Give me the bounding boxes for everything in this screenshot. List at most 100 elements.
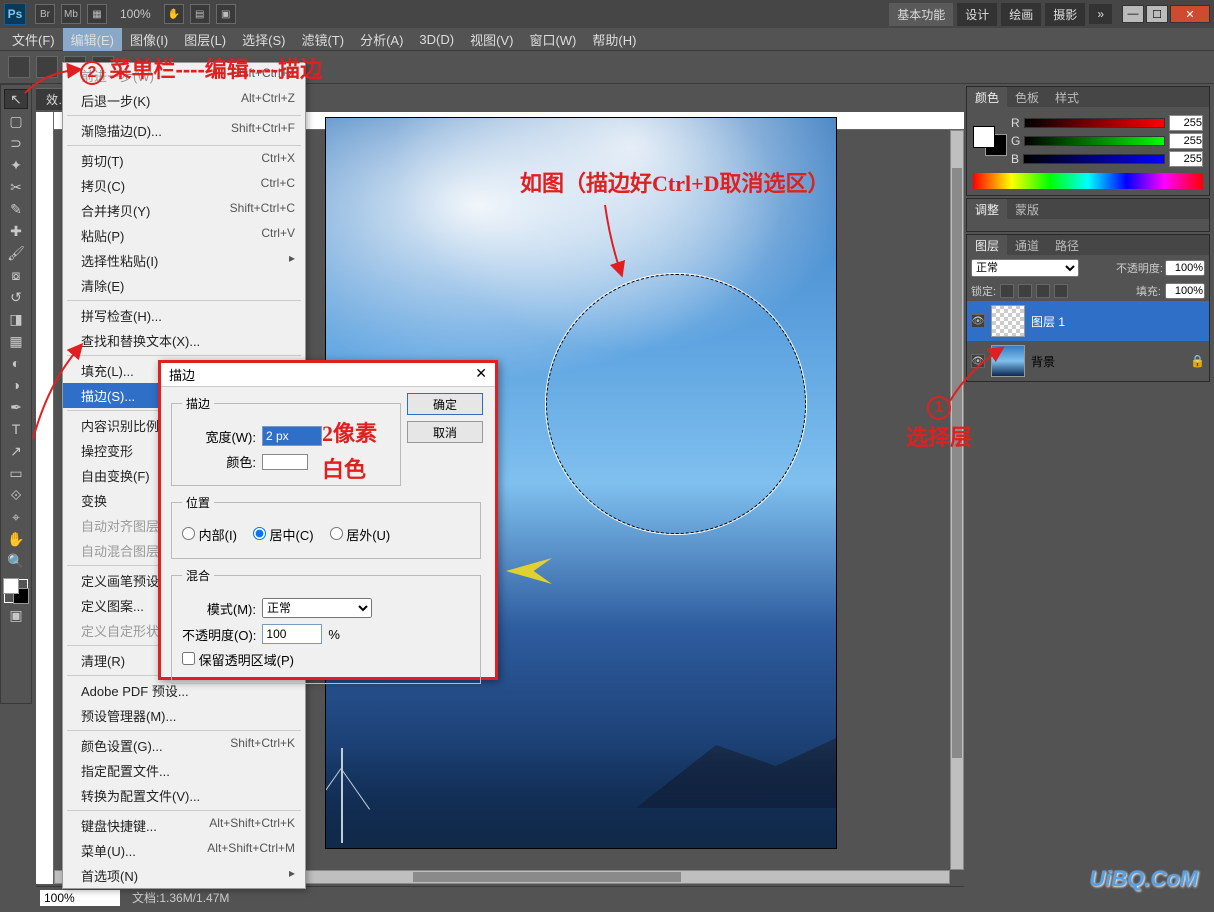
loc-center-radio[interactable]: 居中(C) — [253, 525, 314, 544]
lock-transparent-icon[interactable] — [1000, 284, 1014, 298]
menu-layer[interactable]: 图层(L) — [176, 28, 234, 51]
menu-select[interactable]: 选择(S) — [234, 28, 293, 51]
close-button[interactable]: ✕ — [1170, 5, 1210, 23]
menu-view[interactable]: 视图(V) — [462, 28, 521, 51]
width-input[interactable] — [262, 426, 322, 446]
layer-thumbnail[interactable] — [991, 345, 1025, 377]
menu-item[interactable]: 清除(E) — [63, 273, 305, 298]
b-slider[interactable] — [1023, 154, 1165, 164]
menu-item[interactable]: 粘贴(P)Ctrl+V — [63, 223, 305, 248]
arrange-icon[interactable]: ▤ — [190, 4, 210, 24]
healing-tool-icon[interactable]: ✚ — [4, 221, 28, 241]
g-slider[interactable] — [1024, 136, 1165, 146]
lasso-tool-icon[interactable]: ⊃ — [4, 133, 28, 153]
menu-item[interactable]: 选择性粘贴(I)▸ — [63, 248, 305, 273]
tab-masks[interactable]: 蒙版 — [1007, 199, 1047, 219]
minibridge-icon[interactable]: Mb — [61, 4, 81, 24]
scroll-thumb[interactable] — [952, 168, 962, 758]
close-icon[interactable]: ✕ — [475, 365, 487, 384]
menu-item[interactable]: 转换为配置文件(V)... — [63, 783, 305, 808]
cancel-button[interactable]: 取消 — [407, 421, 483, 443]
mode-select[interactable]: 正常 — [262, 598, 372, 618]
blend-mode-select[interactable]: 正常 — [971, 259, 1079, 277]
lock-all-icon[interactable] — [1054, 284, 1068, 298]
scrollbar-vertical[interactable] — [950, 130, 964, 870]
tab-styles[interactable]: 样式 — [1047, 87, 1087, 107]
wand-tool-icon[interactable]: ✦ — [4, 155, 28, 175]
menu-item[interactable]: 拷贝(C)Ctrl+C — [63, 173, 305, 198]
menu-item[interactable]: 后退一步(K)Alt+Ctrl+Z — [63, 88, 305, 113]
menu-image[interactable]: 图像(I) — [122, 28, 176, 51]
workspace-essentials[interactable]: 基本功能 — [889, 3, 953, 26]
minimize-button[interactable]: — — [1122, 5, 1144, 23]
loc-outside-radio[interactable]: 居外(U) — [330, 525, 391, 544]
crop-tool-icon[interactable]: ✂ — [4, 177, 28, 197]
dialog-titlebar[interactable]: 描边 ✕ — [161, 363, 495, 387]
workspace-photography[interactable]: 摄影 — [1045, 3, 1085, 26]
ruler-vertical[interactable] — [36, 112, 54, 884]
menu-file[interactable]: 文件(F) — [4, 28, 63, 51]
menu-item[interactable]: 菜单(U)...Alt+Shift+Ctrl+M — [63, 838, 305, 863]
color-swatch[interactable] — [262, 454, 308, 470]
workspace-painting[interactable]: 绘画 — [1001, 3, 1041, 26]
menu-window[interactable]: 窗口(W) — [521, 28, 584, 51]
zoom-tool-icon[interactable]: 🔍 — [4, 551, 28, 571]
menu-item[interactable]: 键盘快捷键...Alt+Shift+Ctrl+K — [63, 813, 305, 838]
blur-tool-icon[interactable]: ◐ — [4, 353, 28, 373]
type-tool-icon[interactable]: T — [4, 419, 28, 439]
r-slider[interactable] — [1024, 118, 1165, 128]
loc-inside-radio[interactable]: 内部(I) — [182, 525, 237, 544]
fgbg-swatch[interactable] — [973, 126, 1007, 156]
lock-pixels-icon[interactable] — [1018, 284, 1032, 298]
visibility-icon[interactable]: 👁 — [971, 314, 985, 328]
gradient-tool-icon[interactable]: ▦ — [4, 331, 28, 351]
menu-3d[interactable]: 3D(D) — [411, 30, 462, 49]
option-button[interactable] — [36, 56, 58, 78]
layer-name[interactable]: 图层 1 — [1031, 313, 1065, 330]
pen-tool-icon[interactable]: ✒ — [4, 397, 28, 417]
hand-tool-icon[interactable]: ✋ — [4, 529, 28, 549]
menu-item[interactable]: 渐隐描边(D)...Shift+Ctrl+F — [63, 118, 305, 143]
lock-position-icon[interactable] — [1036, 284, 1050, 298]
tab-layers[interactable]: 图层 — [967, 235, 1007, 255]
workspace-more[interactable]: » — [1089, 4, 1112, 24]
menu-item[interactable]: 指定配置文件... — [63, 758, 305, 783]
camera-tool-icon[interactable]: ⌖ — [4, 507, 28, 527]
spectrum-strip[interactable] — [973, 173, 1203, 189]
layer-item[interactable]: 👁 背景 🔒 — [967, 341, 1209, 381]
tab-swatches[interactable]: 色板 — [1007, 87, 1047, 107]
bridge-icon[interactable]: Br — [35, 4, 55, 24]
menu-item[interactable]: 预设管理器(M)... — [63, 703, 305, 728]
brush-tool-icon[interactable]: 🖌 — [4, 243, 28, 263]
zoom-input[interactable]: 100% — [40, 890, 120, 906]
layer-opacity-input[interactable] — [1165, 260, 1205, 276]
marquee-tool-icon[interactable]: ▢ — [4, 111, 28, 131]
r-input[interactable] — [1169, 115, 1203, 131]
eyedropper-tool-icon[interactable]: ✎ — [4, 199, 28, 219]
preserve-transparency-checkbox[interactable]: 保留透明区域(P) — [182, 650, 294, 669]
layer-name[interactable]: 背景 — [1031, 353, 1055, 370]
menu-analysis[interactable]: 分析(A) — [352, 28, 411, 51]
history-brush-icon[interactable]: ↺ — [4, 287, 28, 307]
move-tool-icon[interactable]: ↖ — [4, 89, 28, 109]
ok-button[interactable]: 确定 — [407, 393, 483, 415]
stamp-tool-icon[interactable]: ⧇ — [4, 265, 28, 285]
shape-tool-icon[interactable]: ▭ — [4, 463, 28, 483]
color-swatch[interactable] — [4, 579, 28, 603]
menu-help[interactable]: 帮助(H) — [584, 28, 644, 51]
menu-item[interactable]: 首选项(N)▸ — [63, 863, 305, 888]
screenmode-icon[interactable]: ▣ — [216, 4, 236, 24]
hand-icon[interactable]: ✋ — [164, 4, 184, 24]
menu-item[interactable]: 合并拷贝(Y)Shift+Ctrl+C — [63, 198, 305, 223]
3d-tool-icon[interactable]: ⟐ — [4, 485, 28, 505]
opacity-input[interactable] — [262, 624, 322, 644]
menu-item[interactable]: 拼写检查(H)... — [63, 303, 305, 328]
tool-preset-icon[interactable] — [8, 56, 30, 78]
path-tool-icon[interactable]: ↗ — [4, 441, 28, 461]
layer-thumbnail[interactable] — [991, 305, 1025, 337]
menu-item[interactable]: 颜色设置(G)...Shift+Ctrl+K — [63, 733, 305, 758]
tab-paths[interactable]: 路径 — [1047, 235, 1087, 255]
tab-adjustments[interactable]: 调整 — [967, 199, 1007, 219]
layer-item[interactable]: 👁 图层 1 — [967, 301, 1209, 341]
visibility-icon[interactable]: 👁 — [971, 354, 985, 368]
